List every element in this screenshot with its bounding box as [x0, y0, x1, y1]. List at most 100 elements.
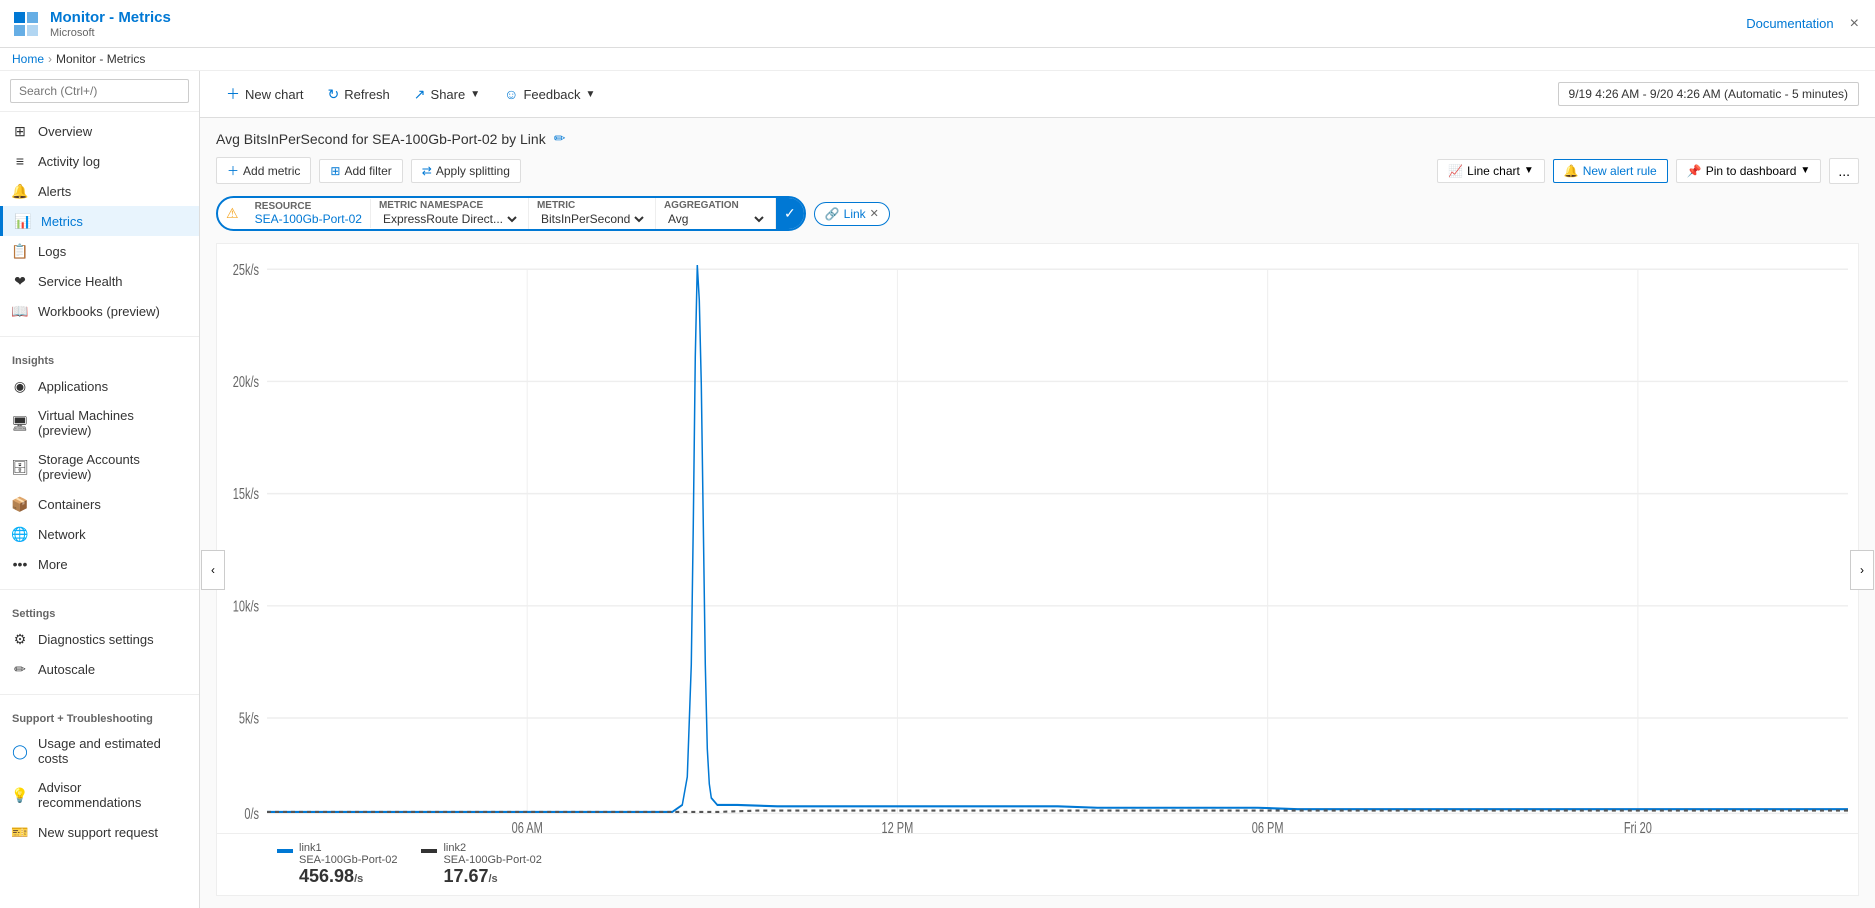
refresh-button[interactable]: ↻ Refresh: [318, 81, 400, 108]
time-range-button[interactable]: 9/19 4:26 AM - 9/20 4:26 AM (Automatic -…: [1558, 82, 1859, 106]
chart-nav-right-button[interactable]: ›: [1850, 550, 1874, 590]
add-metric-icon: ＋: [227, 162, 239, 179]
sidebar-item-metrics[interactable]: 📊 Metrics: [0, 206, 199, 236]
sidebar-item-more[interactable]: ••• More: [0, 549, 199, 579]
activity-log-icon: ≡: [12, 153, 28, 169]
add-filter-button[interactable]: ⊞ Add filter: [319, 159, 402, 183]
edit-title-icon[interactable]: ✏: [554, 130, 566, 147]
sidebar-item-applications[interactable]: ◉ Applications: [0, 371, 199, 401]
chart-nav-left-button[interactable]: ‹: [201, 550, 225, 590]
svg-text:20k/s: 20k/s: [233, 373, 260, 390]
legend-resource-link1: SEA-100Gb-Port-02: [299, 854, 397, 866]
new-alert-button[interactable]: 🔔 New alert rule: [1553, 159, 1668, 183]
feedback-chevron-icon: ▼: [586, 89, 596, 100]
sidebar-item-logs[interactable]: 📋 Logs: [0, 236, 199, 266]
containers-icon: 📦: [12, 496, 28, 512]
pin-dashboard-button[interactable]: 📌 Pin to dashboard ▼: [1676, 159, 1822, 183]
legend-text-link1: link1 SEA-100Gb-Port-02 456.98/s: [299, 842, 397, 887]
svg-text:06 PM: 06 PM: [1252, 819, 1284, 833]
link-tag[interactable]: 🔗 Link ✕: [814, 202, 890, 226]
share-chevron-icon: ▼: [470, 89, 480, 100]
close-button[interactable]: ×: [1846, 11, 1863, 37]
diagnostics-icon: ⚙: [12, 631, 28, 647]
sidebar-item-workbooks[interactable]: 📖 Workbooks (preview): [0, 296, 199, 326]
metric-namespace-label: METRIC NAMESPACE: [379, 200, 520, 211]
feedback-icon: ☺: [504, 86, 518, 102]
add-metric-button[interactable]: ＋ Add metric: [216, 157, 311, 184]
app-title-block: Monitor - Metrics Microsoft: [50, 9, 171, 39]
resource-value[interactable]: SEA-100Gb-Port-02: [255, 212, 362, 226]
link-tag-label: Link: [844, 207, 866, 221]
sidebar-item-storage-accounts[interactable]: 🗄 Storage Accounts (preview): [0, 445, 199, 489]
chart-type-button[interactable]: 📈 Line chart ▼: [1437, 159, 1545, 183]
share-label: Share: [431, 87, 466, 102]
sidebar-label-support-request: New support request: [38, 825, 158, 840]
metric-namespace-select[interactable]: ExpressRoute Direct...: [379, 211, 520, 227]
svg-text:10k/s: 10k/s: [233, 598, 260, 615]
sidebar-item-service-health[interactable]: ❤ Service Health: [0, 266, 199, 296]
workbooks-icon: 📖: [12, 303, 28, 319]
sidebar-label-overview: Overview: [38, 124, 92, 139]
chart-legend: link1 SEA-100Gb-Port-02 456.98/s link2 S…: [217, 833, 1858, 895]
sidebar-item-alerts[interactable]: 🔔 Alerts: [0, 176, 199, 206]
refresh-label: Refresh: [344, 87, 390, 102]
legend-color-link2: [421, 849, 437, 853]
apply-splitting-icon: ⇄: [422, 164, 432, 178]
top-bar: Monitor - Metrics Microsoft Documentatio…: [0, 0, 1875, 48]
feedback-button[interactable]: ☺ Feedback ▼: [494, 81, 605, 107]
sidebar-item-activity-log[interactable]: ≡ Activity log: [0, 146, 199, 176]
chart-area: Avg BitsInPerSecond for SEA-100Gb-Port-0…: [200, 118, 1875, 908]
link-tag-close-icon[interactable]: ✕: [870, 207, 879, 220]
sidebar-label-workbooks: Workbooks (preview): [38, 304, 160, 319]
sidebar-label-autoscale: Autoscale: [38, 662, 95, 677]
metric-controls-right: 📈 Line chart ▼ 🔔 New alert rule 📌 Pin to…: [1437, 158, 1859, 184]
legend-value-link1: 456.98/s: [299, 866, 397, 887]
search-input[interactable]: [10, 79, 189, 103]
sidebar-item-diagnostics[interactable]: ⚙ Diagnostics settings: [0, 624, 199, 654]
support-request-icon: 🎫: [12, 824, 28, 840]
sidebar-item-support-request[interactable]: 🎫 New support request: [0, 817, 199, 847]
more-options-button[interactable]: ...: [1829, 158, 1859, 184]
sidebar-label-more: More: [38, 557, 68, 572]
share-button[interactable]: ↗ Share ▼: [404, 81, 490, 108]
documentation-link[interactable]: Documentation: [1746, 16, 1833, 31]
sidebar-item-virtual-machines[interactable]: 🖥 Virtual Machines (preview): [0, 401, 199, 445]
sidebar-item-usage-costs[interactable]: ◯ Usage and estimated costs: [0, 729, 199, 773]
service-health-icon: ❤: [12, 273, 28, 289]
svg-text:12 PM: 12 PM: [882, 819, 914, 833]
metric-check-button[interactable]: ✓: [776, 198, 804, 229]
sidebar-label-advisor: Advisor recommendations: [38, 780, 187, 810]
breadcrumb-home[interactable]: Home: [12, 52, 44, 66]
add-metric-label: Add metric: [243, 164, 300, 178]
apply-splitting-label: Apply splitting: [436, 164, 510, 178]
aggregation-select[interactable]: Avg: [664, 211, 767, 227]
apply-splitting-button[interactable]: ⇄ Apply splitting: [411, 159, 521, 183]
sidebar-item-network[interactable]: 🌐 Network: [0, 519, 199, 549]
line-chart-icon: 📈: [1448, 164, 1463, 178]
pin-icon: 📌: [1687, 164, 1702, 178]
share-icon: ↗: [414, 86, 426, 103]
metric-selector-pill: ⚠ RESOURCE SEA-100Gb-Port-02 METRIC NAME…: [216, 196, 806, 231]
sidebar-item-advisor[interactable]: 💡 Advisor recommendations: [0, 773, 199, 817]
sidebar-label-usage-costs: Usage and estimated costs: [38, 736, 187, 766]
new-chart-button[interactable]: ＋ New chart: [216, 79, 314, 109]
storage-accounts-icon: 🗄: [12, 459, 28, 475]
overview-icon: ⊞: [12, 123, 28, 139]
sidebar-label-virtual-machines: Virtual Machines (preview): [38, 408, 187, 438]
more-icon: •••: [12, 556, 28, 572]
resource-field: RESOURCE SEA-100Gb-Port-02: [247, 199, 371, 228]
metrics-icon: 📊: [15, 213, 31, 229]
sidebar-label-service-health: Service Health: [38, 274, 123, 289]
sidebar-item-containers[interactable]: 📦 Containers: [0, 489, 199, 519]
sidebar: ⊞ Overview ≡ Activity log 🔔 Alerts 📊 Met…: [0, 71, 200, 908]
metric-select[interactable]: BitsInPerSecond: [537, 211, 647, 227]
app-subtitle: Microsoft: [50, 27, 171, 39]
sidebar-item-autoscale[interactable]: ✏ Autoscale: [0, 654, 199, 684]
legend-name-link1: link1: [299, 842, 397, 854]
sidebar-label-applications: Applications: [38, 379, 108, 394]
add-filter-icon: ⊞: [330, 164, 340, 178]
sidebar-label-storage-accounts: Storage Accounts (preview): [38, 452, 187, 482]
add-filter-label: Add filter: [344, 164, 391, 178]
sidebar-main-section: ⊞ Overview ≡ Activity log 🔔 Alerts 📊 Met…: [0, 112, 199, 330]
sidebar-item-overview[interactable]: ⊞ Overview: [0, 116, 199, 146]
